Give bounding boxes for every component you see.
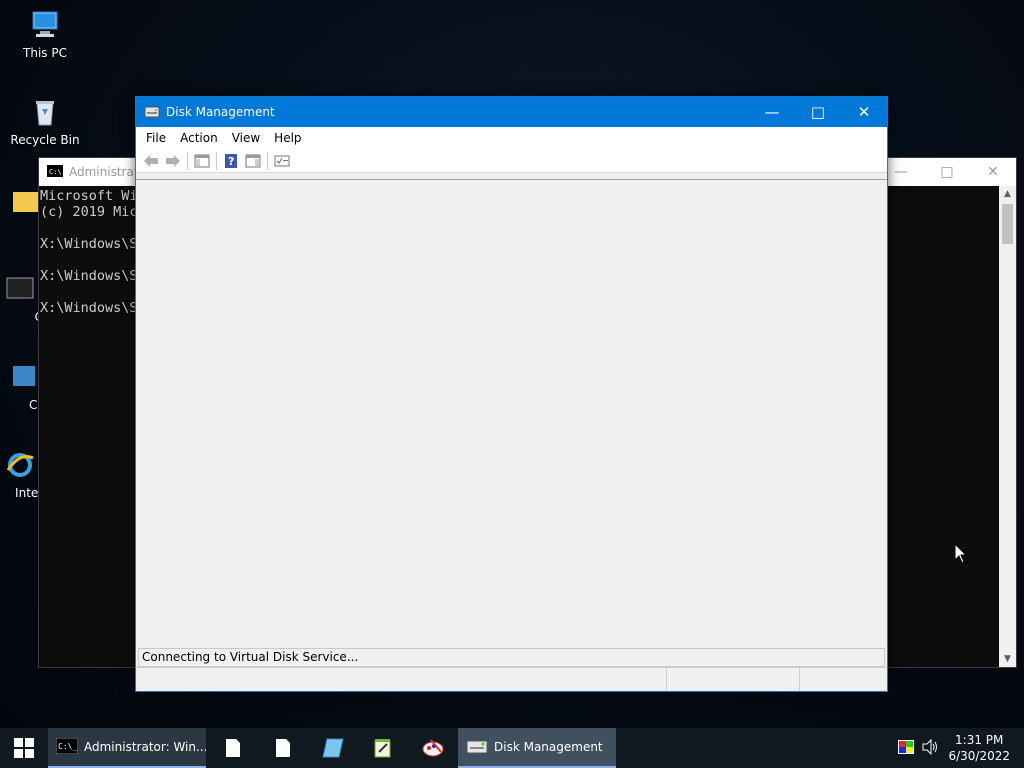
control-panel-icon (7, 360, 41, 394)
mouse-cursor-icon (954, 542, 968, 568)
close-button[interactable]: ✕ (841, 97, 887, 127)
toolbar: ? (136, 149, 887, 173)
status-message: Connecting to Virtual Disk Service... (138, 648, 885, 667)
desktop-icon-label: This PC (23, 46, 67, 60)
back-arrow-icon[interactable] (140, 151, 162, 171)
taskbar-pin-notepad[interactable] (358, 728, 408, 768)
menu-help[interactable]: Help (267, 131, 308, 145)
notepad-icon (374, 739, 391, 758)
taskbar: C:\_ Administrator: Win... Disk Manageme… (0, 728, 1024, 768)
svg-text:C:\_: C:\_ (58, 742, 77, 751)
status-bar (136, 667, 887, 691)
status-pane (799, 668, 887, 691)
close-button[interactable]: ✕ (970, 158, 1016, 186)
clock[interactable]: 1:31 PM 6/30/2022 (940, 732, 1024, 764)
document-icon (226, 739, 240, 757)
desktop-icon-this-pc[interactable]: This PC (3, 8, 87, 60)
document-icon (276, 739, 290, 757)
taskbar-pin-document-2[interactable] (258, 728, 308, 768)
clock-date: 6/30/2022 (948, 749, 1010, 763)
show-action-pane-icon[interactable] (242, 151, 264, 171)
show-hide-console-tree-icon[interactable] (191, 151, 213, 171)
menu-bar: File Action View Help (136, 127, 887, 149)
disk-management-window[interactable]: Disk Management — □ ✕ File Action View H… (135, 96, 888, 692)
disk-management-icon (466, 737, 488, 758)
dm-title: Disk Management (166, 105, 275, 119)
recycle-bin-icon (28, 95, 62, 129)
taskbar-app-disk-management[interactable]: Disk Management (458, 728, 616, 768)
desktop-icon-recycle-bin[interactable]: Recycle Bin (3, 95, 87, 147)
help-icon[interactable]: ? (220, 151, 242, 171)
disk-management-icon (144, 104, 160, 120)
cmd-scrollbar[interactable]: ▲ ▼ (999, 186, 1016, 667)
terminal-icon (3, 272, 37, 306)
taskbar-pin-notebook[interactable] (308, 728, 358, 768)
scroll-thumb[interactable] (1002, 204, 1013, 244)
maximize-button[interactable]: □ (924, 158, 970, 186)
taskbar-app-command-prompt[interactable]: C:\_ Administrator: Win... (48, 728, 206, 768)
start-button[interactable] (0, 728, 48, 768)
color-display-icon[interactable] (898, 739, 915, 757)
volume-icon[interactable] (922, 738, 940, 758)
scroll-up-icon[interactable]: ▲ (999, 186, 1016, 202)
taskbar-app-label: Administrator: Win... (84, 740, 206, 754)
toolbar-separator (187, 151, 188, 170)
maximize-button[interactable]: □ (795, 97, 841, 127)
terminal-icon: C:\_ (55, 737, 79, 757)
system-tray: 1:31 PM 6/30/2022 (898, 732, 1024, 764)
scroll-down-icon[interactable]: ▼ (999, 651, 1016, 667)
minimize-button[interactable]: — (749, 97, 795, 127)
notebook-icon (322, 738, 344, 758)
menu-view[interactable]: View (225, 131, 267, 145)
menu-file[interactable]: File (139, 131, 173, 145)
toolbar-separator (216, 151, 217, 170)
clock-time: 1:31 PM (955, 733, 1004, 747)
status-pane (136, 668, 666, 691)
windows-logo-icon (14, 738, 34, 758)
paint-icon (422, 739, 444, 757)
content-pane[interactable] (136, 179, 887, 648)
terminal-icon: C:\ (47, 164, 63, 180)
taskbar-pin-document[interactable] (208, 728, 258, 768)
menu-action[interactable]: Action (173, 131, 225, 145)
computer-icon (28, 8, 62, 42)
svg-text:?: ? (228, 155, 234, 168)
taskbar-app-label: Disk Management (494, 740, 603, 754)
taskbar-pin-paint[interactable] (408, 728, 458, 768)
status-pane (666, 668, 799, 691)
internet-explorer-icon (3, 448, 37, 482)
dm-titlebar[interactable]: Disk Management — □ ✕ (136, 97, 887, 127)
forward-arrow-icon[interactable] (162, 151, 184, 171)
properties-icon[interactable] (271, 151, 293, 171)
svg-text:C:\: C:\ (49, 168, 62, 176)
desktop-icon-label: Recycle Bin (10, 133, 80, 147)
toolbar-separator (267, 151, 268, 170)
